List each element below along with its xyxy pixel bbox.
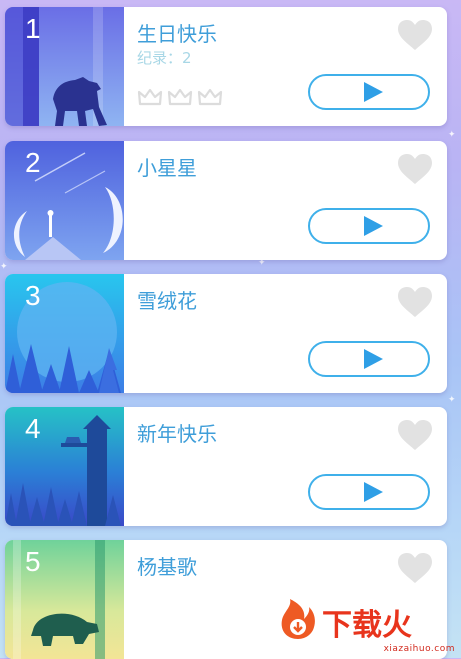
- play-button[interactable]: [308, 474, 430, 510]
- crown-rating: [137, 87, 223, 107]
- song-title: 雪绒花: [137, 289, 197, 313]
- song-record: 纪录：2: [137, 49, 192, 67]
- song-card[interactable]: 2 小星星: [5, 141, 447, 260]
- watermark-url: xiazaihuo.com: [383, 644, 455, 654]
- song-number: 2: [25, 147, 41, 178]
- song-number: 4: [25, 413, 41, 444]
- watermark-brand: 下载火: [322, 608, 412, 643]
- star-decoration: ✦: [448, 130, 456, 140]
- song-thumbnail: 1: [5, 7, 124, 126]
- crown-icon: [197, 88, 223, 106]
- favorite-heart-icon[interactable]: [397, 19, 433, 51]
- crown-icon: [167, 88, 193, 106]
- star-decoration: ✦: [448, 395, 456, 405]
- favorite-heart-icon[interactable]: [397, 153, 433, 185]
- song-title: 生日快乐: [137, 22, 217, 46]
- play-icon: [364, 216, 383, 236]
- play-icon: [364, 482, 383, 502]
- song-card[interactable]: 1 生日快乐 纪录：2: [5, 7, 447, 126]
- flame-logo-icon: [281, 599, 315, 639]
- play-button[interactable]: [308, 208, 430, 244]
- play-button[interactable]: [308, 341, 430, 377]
- song-title: 小星星: [137, 156, 197, 180]
- play-button[interactable]: [308, 74, 430, 110]
- favorite-heart-icon[interactable]: [397, 286, 433, 318]
- song-thumbnail: 2: [5, 141, 124, 260]
- song-thumbnail: 4: [5, 407, 124, 526]
- song-number: 3: [25, 280, 41, 311]
- play-icon: [364, 82, 383, 102]
- song-card[interactable]: 3 雪绒花: [5, 274, 447, 393]
- favorite-heart-icon[interactable]: [397, 552, 433, 584]
- song-number: 5: [25, 546, 41, 577]
- favorite-heart-icon[interactable]: [397, 419, 433, 451]
- song-thumbnail: 3: [5, 274, 124, 393]
- song-title: 杨基歌: [137, 555, 197, 579]
- song-title: 新年快乐: [137, 422, 217, 446]
- song-number: 1: [25, 13, 41, 44]
- play-icon: [364, 349, 383, 369]
- song-thumbnail: 5: [5, 540, 124, 659]
- crown-icon: [137, 88, 163, 106]
- song-card[interactable]: 4 新年快乐: [5, 407, 447, 526]
- star-decoration: ✦: [0, 262, 8, 272]
